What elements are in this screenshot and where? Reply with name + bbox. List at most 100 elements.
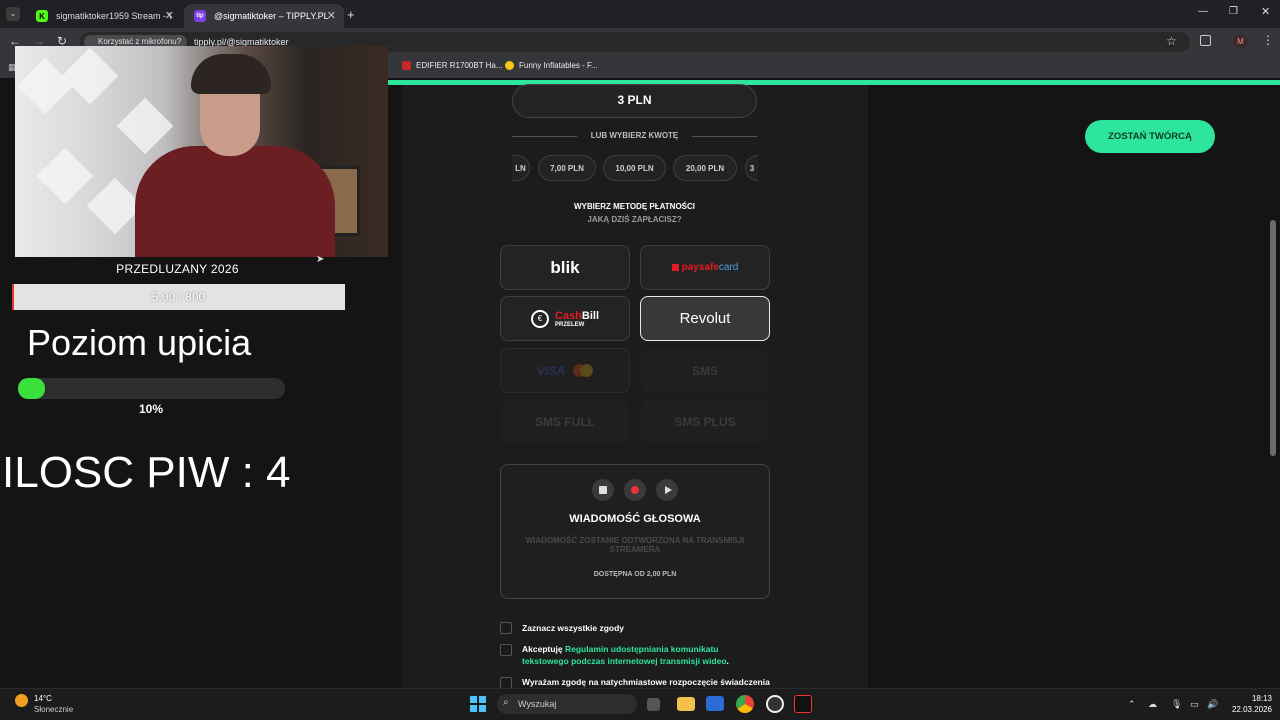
paysafecard-logo-suffix: card: [718, 262, 739, 273]
mic-tray-icon[interactable]: 🎙: [1171, 699, 1182, 710]
amount-input[interactable]: 3 PLN: [512, 84, 757, 118]
amount-chip-label: 20,00 PLN: [685, 163, 725, 173]
bookmark-edifier-label: EDIFIER R1700BT Ha...: [416, 61, 503, 70]
amount-chip-label: LN: [515, 163, 526, 173]
weather-temperature[interactable]: 14°C: [34, 694, 52, 703]
tab-search-button[interactable]: ⌄: [6, 7, 20, 21]
obs-icon[interactable]: [766, 695, 784, 713]
amount-chip[interactable]: 20,00 PLN: [673, 155, 737, 181]
become-creator-button[interactable]: ZOSTAŃ TWÓRCĄ: [1085, 120, 1215, 153]
clock-date: 22.03.2026: [1231, 705, 1272, 714]
drunk-level-title: Poziom upicia: [27, 322, 252, 363]
cashbill-logo: CashBill PRZELEW: [555, 310, 599, 328]
pay-paysafecard-button[interactable]: paysafe card: [640, 245, 770, 290]
paysafecard-logo-text: paysafe: [681, 262, 719, 273]
task-view-icon[interactable]: [647, 698, 660, 711]
record-icon: [631, 486, 639, 494]
drunk-level-percent: 10%: [139, 402, 164, 416]
consent-terms-checkbox[interactable]: [500, 644, 512, 656]
tab-tipply[interactable]: tip @sigmatiktoker – TIPPLY.PL ✕: [184, 4, 344, 28]
consent-all-checkbox[interactable]: [500, 622, 512, 634]
weather-sun-icon[interactable]: [15, 694, 28, 707]
tray-chevron-icon[interactable]: ⌃: [1128, 699, 1136, 710]
pay-card-button[interactable]: VISA: [500, 348, 630, 393]
taskbar-search-placeholder: Wyszukaj: [518, 699, 557, 709]
record-button[interactable]: [624, 479, 646, 501]
extensions-icon[interactable]: [1200, 35, 1211, 46]
sms-full-label: SMS FULL: [535, 414, 595, 429]
cashbill-logo-bill: Bill: [581, 309, 600, 322]
bookmark-edifier[interactable]: EDIFIER R1700BT Ha...: [402, 61, 503, 70]
cashbill-sub: PRZELEW: [554, 321, 585, 328]
network-cloud-icon[interactable]: ☁: [1148, 699, 1157, 710]
profile-avatar[interactable]: M: [1233, 34, 1248, 49]
revolut-logo: Revolut: [679, 310, 731, 327]
tab-close-icon[interactable]: ✕: [327, 9, 336, 22]
close-window-button[interactable]: ✕: [1261, 5, 1270, 18]
consent-terms-prefix: Akceptuję: [522, 644, 565, 654]
play-icon: [664, 486, 672, 494]
file-explorer-icon[interactable]: [677, 697, 695, 711]
paysafecard-icon: [671, 264, 679, 271]
tipply-favicon-icon: tip: [194, 10, 206, 22]
stop-icon: [599, 486, 607, 494]
drunk-level-fill: [18, 378, 45, 399]
play-button[interactable]: [656, 479, 678, 501]
consent-terms-suffix: .: [726, 656, 729, 666]
pay-blik-button[interactable]: blik: [500, 245, 630, 290]
mastercard-icon-b: [580, 364, 593, 377]
menu-icon[interactable]: ⋮: [1262, 33, 1274, 47]
amount-chip[interactable]: 10,00 PLN: [603, 155, 666, 181]
consent-terms-label: Akceptuję Regulamin udostępniania komuni…: [522, 643, 752, 667]
pay-sms-full-button[interactable]: SMS FULL: [500, 399, 630, 444]
pay-sms-button[interactable]: SMS: [640, 348, 770, 393]
cashbill-icon: €: [530, 309, 549, 328]
cashbill-logo-cash: Cash: [554, 309, 582, 322]
amount-chip-label: 7,00 PLN: [550, 163, 584, 173]
tab-tipply-title: @sigmatiktoker – TIPPLY.PL: [214, 11, 329, 21]
volume-icon[interactable]: 🔊: [1207, 699, 1218, 710]
sms-plus-label: SMS PLUS: [674, 414, 736, 429]
goal-progress-text: 5.00 / 800: [151, 290, 206, 304]
restore-button[interactable]: ❐: [1229, 6, 1238, 17]
blik-logo: blik: [550, 257, 580, 277]
voice-message-description: WIADOMOŚĆ ZOSTANIE ODTWORZONA NA TRANSMI…: [525, 536, 745, 554]
chrome-icon[interactable]: [736, 695, 754, 713]
tab-stream-title: sigmatiktoker1959 Stream - Wa: [56, 11, 171, 21]
store-icon[interactable]: [706, 696, 724, 711]
weather-condition[interactable]: Słonecznie: [34, 705, 73, 714]
webcam-feed: [15, 46, 388, 257]
pay-cashbill-button[interactable]: € CashBill PRZELEW: [500, 296, 630, 341]
windows-start-icon[interactable]: [470, 696, 486, 712]
beer-count: ILOSC PIW : 4: [2, 448, 291, 497]
drunk-level-bar: [18, 378, 285, 399]
visa-logo: VISA: [536, 363, 565, 378]
taskbar-clock[interactable]: 18:13 22.03.2026: [1224, 693, 1272, 715]
kick-favicon-icon: K: [36, 10, 48, 22]
extension-title: PRZEDLUZANY 2026: [116, 262, 239, 276]
voice-message-title: WIADOMOŚĆ GŁOSOWA: [569, 513, 701, 525]
voice-message-availability: DOSTĘPNA OD 2,00 PLN: [593, 571, 677, 578]
new-tab-button[interactable]: +: [347, 7, 355, 22]
search-icon: ⌕: [503, 697, 509, 708]
pay-sms-plus-button[interactable]: SMS PLUS: [640, 399, 770, 444]
display-tray-icon[interactable]: ▭: [1190, 699, 1199, 710]
bookmark-inflatables[interactable]: Funny Inflatables - F...: [505, 61, 598, 70]
payment-method-subtitle: JAKĄ DZIŚ ZAPŁACISZ?: [587, 215, 682, 224]
app-red-icon[interactable]: [794, 695, 812, 713]
stop-button[interactable]: [592, 479, 614, 501]
tab-close-icon[interactable]: ✕: [165, 9, 174, 22]
bookmark-star-icon[interactable]: ☆: [1166, 34, 1177, 48]
pay-revolut-button[interactable]: Revolut: [640, 296, 770, 341]
clock-time: 18:13: [1251, 694, 1272, 703]
sms-label: SMS: [691, 363, 718, 378]
choose-amount-divider: LUB WYBIERZ KWOTĘ: [512, 131, 757, 143]
minimize-button[interactable]: —: [1198, 6, 1208, 17]
edifier-icon: [402, 61, 411, 70]
page-scrollbar[interactable]: [1270, 220, 1276, 456]
payment-method-title: WYBIERZ METODĘ PŁATNOŚCI: [573, 202, 696, 211]
amount-chip[interactable]: 7,00 PLN: [538, 155, 596, 181]
windows-taskbar: [0, 688, 1280, 720]
tab-stream[interactable]: K sigmatiktoker1959 Stream - Wa ✕: [26, 4, 182, 28]
amount-chip-label: 3: [749, 163, 755, 173]
